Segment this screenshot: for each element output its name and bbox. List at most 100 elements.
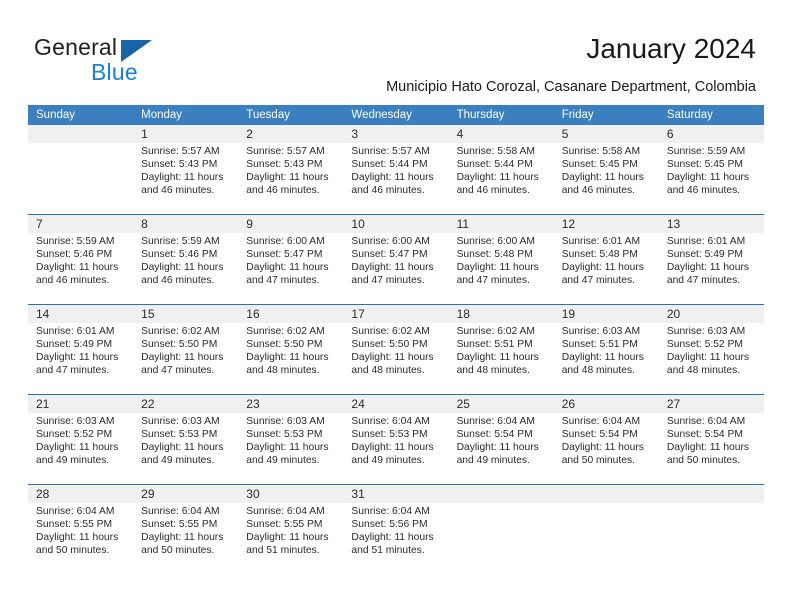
calendar-day-cell[interactable]: 10 Sunrise: 6:00 AM Sunset: 5:47 PM Dayligh… [343, 215, 449, 304]
day-daylight-line1-text: Daylight: 11 hours [141, 531, 224, 543]
day-sunset-text: Sunset: 5:56 PM [351, 518, 428, 530]
day-daylight-line1-text: Daylight: 11 hours [36, 531, 119, 543]
day-daylight-line1-text: Daylight: 11 hours [36, 441, 119, 453]
day-number: 2 [238, 125, 344, 143]
day-daylight-line1-text: Daylight: 11 hours [351, 171, 434, 183]
day-sunrise-text: Sunrise: 6:01 AM [561, 236, 641, 247]
day-sun-info: Sunrise: 5:57 AM Sunset: 5:43 PM Daylight:… [238, 143, 343, 198]
day-sunrise-text: Sunrise: 6:03 AM [666, 326, 746, 337]
calendar-day-cell[interactable]: 17 Sunrise: 6:02 AM Sunset: 5:50 PM Dayligh… [343, 305, 449, 394]
day-daylight-line2-text: and 46 minutes. [141, 184, 215, 196]
day-daylight-line2-text: and 49 minutes. [456, 454, 530, 466]
day-daylight-line2-text: and 48 minutes. [351, 364, 425, 376]
calendar-day-cell[interactable]: 12 Sunrise: 6:01 AM Sunset: 5:48 PM Dayligh… [553, 215, 659, 304]
day-number: 20 [658, 305, 764, 323]
day-sunrise-text: Sunrise: 6:02 AM [141, 326, 220, 337]
day-sun-info: Sunrise: 6:02 AM Sunset: 5:50 PM Daylight:… [133, 323, 238, 378]
calendar-page: General Blue January 2024 Municipio Hato… [0, 0, 792, 612]
day-number: 31 [343, 485, 449, 503]
day-number [28, 125, 134, 143]
calendar-day-cell[interactable]: 5 Sunrise: 5:58 AM Sunset: 5:45 PM Daylight… [553, 125, 659, 214]
generalblue-logo[interactable]: General Blue [34, 34, 214, 86]
calendar-day-cell[interactable]: 15 Sunrise: 6:02 AM Sunset: 5:50 PM Dayligh… [133, 305, 239, 394]
day-sun-info: Sunrise: 5:57 AM Sunset: 5:44 PM Daylight:… [343, 143, 448, 198]
calendar-day-cell[interactable]: 29 Sunrise: 6:04 AM Sunset: 5:55 PM Dayligh… [133, 485, 239, 574]
day-daylight-line1-text: Daylight: 11 hours [561, 171, 644, 183]
calendar-day-cell[interactable]: 30 Sunrise: 6:04 AM Sunset: 5:55 PM Dayligh… [238, 485, 344, 574]
day-sun-info: Sunrise: 6:03 AM Sunset: 5:52 PM Daylight:… [659, 323, 764, 378]
day-daylight-line2-text: and 50 minutes. [561, 454, 635, 466]
calendar-day-cell[interactable]: 1 Sunrise: 5:57 AM Sunset: 5:43 PM Daylight… [133, 125, 239, 214]
day-sun-info: Sunrise: 6:04 AM Sunset: 5:56 PM Daylight:… [343, 503, 448, 558]
day-daylight-line1-text: Daylight: 11 hours [351, 261, 434, 273]
day-daylight-line1-text: Daylight: 11 hours [246, 261, 329, 273]
day-number: 1 [133, 125, 239, 143]
day-sun-info: Sunrise: 5:58 AM Sunset: 5:44 PM Daylight:… [449, 143, 554, 198]
day-sunset-text: Sunset: 5:44 PM [351, 158, 428, 170]
calendar-day-cell[interactable]: 28 Sunrise: 6:04 AM Sunset: 5:55 PM Dayligh… [28, 485, 134, 574]
calendar-week-row: 21 Sunrise: 6:03 AM Sunset: 5:52 PM Dayligh… [28, 394, 764, 484]
calendar-day-cell[interactable]: 21 Sunrise: 6:03 AM Sunset: 5:52 PM Dayligh… [28, 395, 134, 484]
day-sunset-text: Sunset: 5:52 PM [36, 428, 113, 440]
calendar-week-row: 7 Sunrise: 5:59 AM Sunset: 5:46 PM Daylight… [28, 214, 764, 304]
day-sunrise-text: Sunrise: 5:58 AM [561, 146, 641, 157]
day-sunset-text: Sunset: 5:44 PM [456, 158, 533, 170]
day-daylight-line2-text: and 50 minutes. [666, 454, 741, 466]
day-daylight-line2-text: and 47 minutes. [351, 274, 425, 286]
day-daylight-line2-text: and 50 minutes. [141, 544, 215, 556]
calendar-day-cell[interactable]: 19 Sunrise: 6:03 AM Sunset: 5:51 PM Dayligh… [553, 305, 659, 394]
day-sunrise-text: Sunrise: 6:02 AM [246, 326, 325, 337]
day-sun-info: Sunrise: 6:04 AM Sunset: 5:54 PM Daylight:… [449, 413, 554, 468]
calendar-day-cell[interactable]: 14 Sunrise: 6:01 AM Sunset: 5:49 PM Dayligh… [28, 305, 134, 394]
calendar-day-cell[interactable]: 13 Sunrise: 6:01 AM Sunset: 5:49 PM Dayligh… [658, 215, 764, 304]
day-sunrise-text: Sunrise: 6:04 AM [561, 416, 641, 427]
day-number: 17 [343, 305, 449, 323]
calendar-day-cell[interactable]: 22 Sunrise: 6:03 AM Sunset: 5:53 PM Dayligh… [133, 395, 239, 484]
day-number: 25 [448, 395, 554, 413]
day-sun-info: Sunrise: 6:00 AM Sunset: 5:48 PM Daylight:… [449, 233, 554, 288]
calendar-day-cell[interactable]: 9 Sunrise: 6:00 AM Sunset: 5:47 PM Daylight… [238, 215, 344, 304]
calendar-day-cell[interactable]: 7 Sunrise: 5:59 AM Sunset: 5:46 PM Daylight… [28, 215, 134, 304]
calendar-day-cell[interactable]: 26 Sunrise: 6:04 AM Sunset: 5:54 PM Dayligh… [553, 395, 659, 484]
calendar-week-row: 1 Sunrise: 5:57 AM Sunset: 5:43 PM Daylight… [28, 125, 764, 214]
day-sun-info: Sunrise: 5:59 AM Sunset: 5:45 PM Daylight:… [659, 143, 764, 198]
calendar-day-cell[interactable]: 6 Sunrise: 5:59 AM Sunset: 5:45 PM Daylight… [658, 125, 764, 214]
day-daylight-line2-text: and 49 minutes. [36, 454, 110, 466]
day-sunset-text: Sunset: 5:53 PM [351, 428, 428, 440]
day-sun-info: Sunrise: 6:04 AM Sunset: 5:54 PM Daylight:… [554, 413, 659, 468]
day-number: 16 [238, 305, 344, 323]
calendar-day-cell[interactable]: 2 Sunrise: 5:57 AM Sunset: 5:43 PM Daylight… [238, 125, 344, 214]
calendar-day-cell[interactable]: 3 Sunrise: 5:57 AM Sunset: 5:44 PM Daylight… [343, 125, 449, 214]
calendar-day-cell[interactable]: 24 Sunrise: 6:04 AM Sunset: 5:53 PM Dayligh… [343, 395, 449, 484]
calendar-day-cell[interactable]: 25 Sunrise: 6:04 AM Sunset: 5:54 PM Dayligh… [448, 395, 554, 484]
calendar-grid: Sunday Monday Tuesday Wednesday Thursday Frid… [28, 105, 764, 574]
day-daylight-line1-text: Daylight: 11 hours [36, 261, 119, 273]
day-daylight-line2-text: and 49 minutes. [351, 454, 425, 466]
calendar-day-cell[interactable]: 11 Sunrise: 6:00 AM Sunset: 5:48 PM Dayligh… [448, 215, 554, 304]
day-sunrise-text: Sunrise: 6:04 AM [36, 506, 115, 517]
day-number: 12 [553, 215, 659, 233]
calendar-day-cell[interactable]: 16 Sunrise: 6:02 AM Sunset: 5:50 PM Dayligh… [238, 305, 344, 394]
day-number: 3 [343, 125, 449, 143]
calendar-day-cell[interactable]: 31 Sunrise: 6:04 AM Sunset: 5:56 PM Dayligh… [343, 485, 449, 574]
day-daylight-line2-text: and 51 minutes. [351, 544, 425, 556]
day-sunset-text: Sunset: 5:54 PM [561, 428, 638, 440]
calendar-day-cell[interactable]: 23 Sunrise: 6:03 AM Sunset: 5:53 PM Dayligh… [238, 395, 344, 484]
day-sun-info: Sunrise: 6:04 AM Sunset: 5:55 PM Daylight:… [133, 503, 238, 558]
weekday-header-row: Sunday Monday Tuesday Wednesday Thursday Frid… [28, 105, 764, 125]
day-daylight-line2-text: and 47 minutes. [666, 274, 741, 286]
calendar-day-cell[interactable]: 4 Sunrise: 5:58 AM Sunset: 5:44 PM Daylight… [448, 125, 554, 214]
day-sunset-text: Sunset: 5:47 PM [246, 248, 323, 260]
calendar-day-cell[interactable]: 18 Sunrise: 6:02 AM Sunset: 5:51 PM Dayligh… [448, 305, 554, 394]
day-daylight-line2-text: and 46 minutes. [246, 184, 320, 196]
day-number: 22 [133, 395, 239, 413]
day-number: 6 [658, 125, 764, 143]
day-sunrise-text: Sunrise: 6:00 AM [246, 236, 325, 247]
calendar-day-cell[interactable]: 20 Sunrise: 6:03 AM Sunset: 5:52 PM Dayligh… [658, 305, 764, 394]
calendar-day-cell[interactable]: 27 Sunrise: 6:04 AM Sunset: 5:54 PM Dayligh… [658, 395, 764, 484]
day-number [448, 485, 554, 503]
day-number [658, 485, 764, 503]
calendar-day-cell[interactable]: 8 Sunrise: 5:59 AM Sunset: 5:46 PM Daylight… [133, 215, 239, 304]
weekday-header-friday: Friday [561, 109, 594, 121]
day-sun-info: Sunrise: 6:02 AM Sunset: 5:50 PM Daylight:… [343, 323, 448, 378]
